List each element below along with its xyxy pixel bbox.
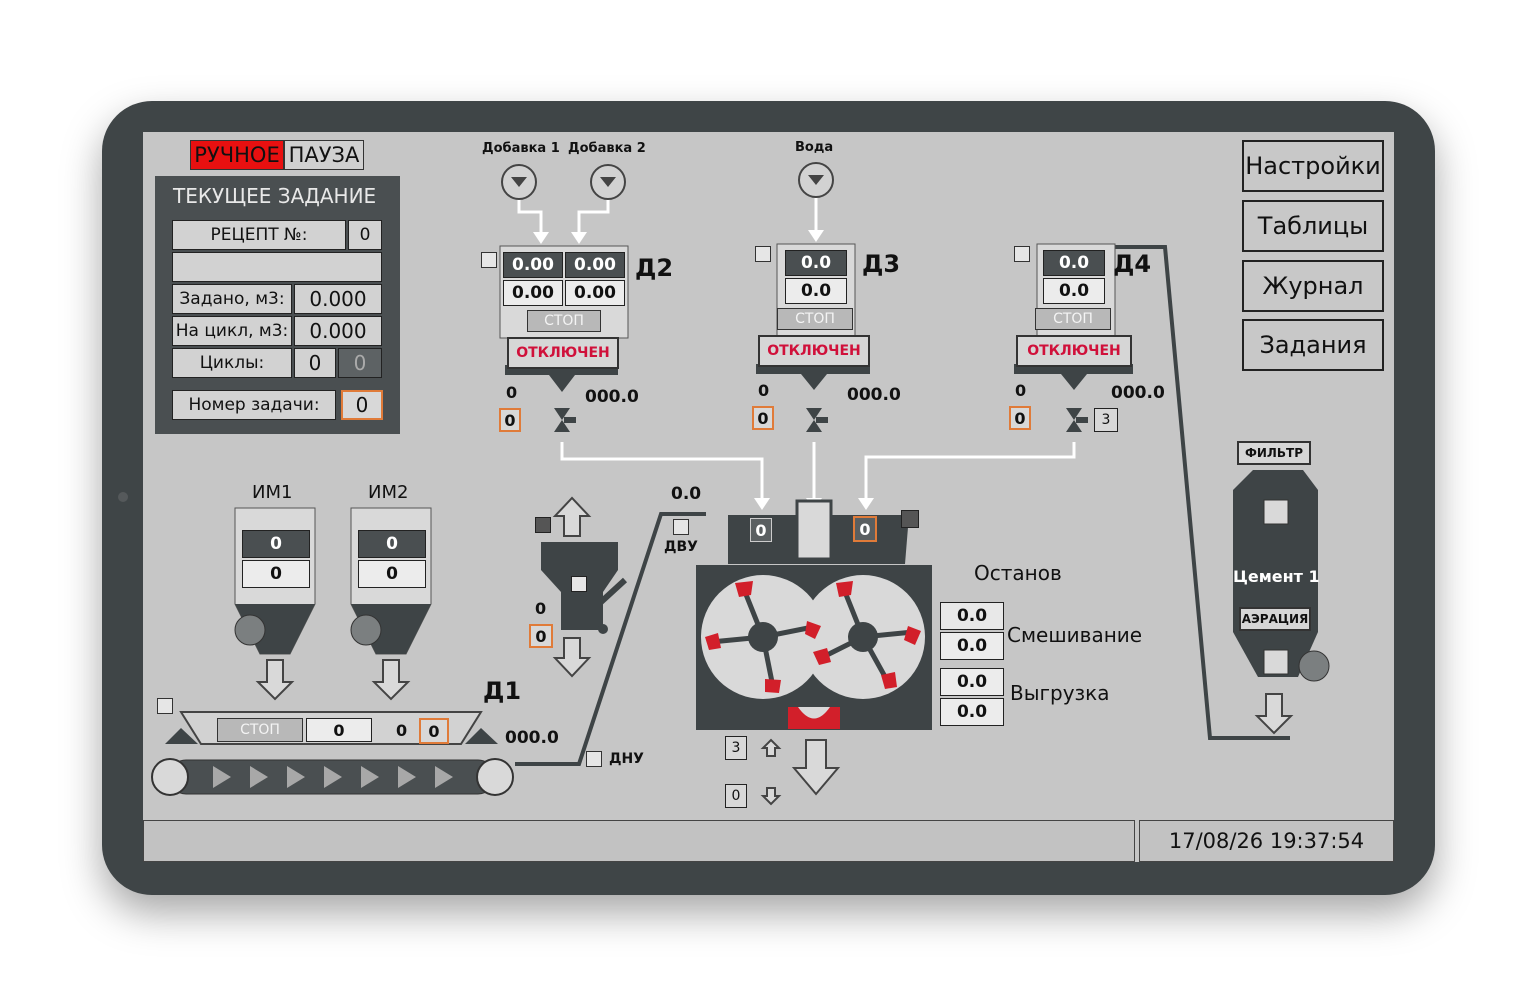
- d4-left-box[interactable]: 0: [1009, 406, 1031, 430]
- unload-time-actual: 0.0: [940, 668, 1004, 696]
- camera-dot: [118, 492, 128, 502]
- d3-state-button[interactable]: ОТКЛЮЧЕН: [758, 335, 870, 367]
- gate-up-box[interactable]: 3: [725, 736, 747, 760]
- d3-actual: 0.0: [785, 250, 847, 276]
- additive-1-label: Добавка 1: [482, 141, 560, 156]
- recipe-name: [172, 252, 382, 282]
- recipe-label: РЕЦЕПТ №:: [172, 220, 346, 250]
- mixer-body: [696, 499, 932, 730]
- d2-state-button[interactable]: ОТКЛЮЧЕН: [507, 337, 619, 369]
- d2-add2-set[interactable]: 0.00: [565, 280, 625, 306]
- unload-time-set[interactable]: 0.0: [940, 698, 1004, 726]
- dvu-label: ДВУ: [664, 539, 698, 555]
- cycles-value[interactable]: 0: [294, 348, 336, 378]
- mode-manual-indicator[interactable]: РУЧНОЕ: [190, 140, 284, 170]
- recipe-number[interactable]: 0: [348, 220, 382, 250]
- im2-actual: 0: [358, 530, 426, 558]
- d4-valve-box[interactable]: 3: [1094, 408, 1118, 432]
- dvu-checkbox[interactable]: [673, 519, 689, 535]
- d3-select-checkbox[interactable]: [755, 246, 771, 262]
- cycles-label: Циклы:: [172, 348, 292, 378]
- d4-stop-button[interactable]: СТОП: [1035, 308, 1111, 330]
- d4-weight: 000.0: [1111, 383, 1165, 403]
- mixer-inlet-left[interactable]: 0: [750, 518, 772, 542]
- im2-label: ИМ2: [368, 482, 409, 503]
- status-datetime: 17/08/26 19:37:54: [1139, 820, 1394, 862]
- set-volume-value[interactable]: 0.000: [294, 284, 382, 314]
- d2-select-checkbox[interactable]: [481, 252, 497, 268]
- d3-left-value: 0: [758, 381, 770, 400]
- settings-button[interactable]: Настройки: [1242, 140, 1384, 192]
- skip-bucket-indicator: [571, 576, 587, 592]
- d2-add2-actual: 0.00: [565, 252, 625, 278]
- mix-time-set[interactable]: 0.0: [940, 632, 1004, 660]
- d2-weight: 000.0: [585, 387, 639, 407]
- d1-stop-button[interactable]: СТОП: [217, 718, 303, 742]
- d4-state-button[interactable]: ОТКЛЮЧЕН: [1016, 335, 1132, 367]
- mix-time-actual: 0.0: [940, 602, 1004, 630]
- tables-button[interactable]: Таблицы: [1242, 200, 1384, 252]
- skip-top-value: 0.0: [671, 484, 702, 504]
- d4-set[interactable]: 0.0: [1043, 278, 1105, 304]
- input-valve-circles: [501, 162, 834, 200]
- d3-set[interactable]: 0.0: [785, 278, 847, 304]
- task-number-value[interactable]: 0: [341, 390, 383, 420]
- water-label: Вода: [795, 140, 834, 155]
- skip-upper-indicator: [535, 517, 551, 533]
- d1-box[interactable]: 0: [419, 718, 449, 744]
- mode-pause-indicator[interactable]: ПАУЗА: [284, 140, 364, 170]
- gate-down-box[interactable]: 0: [725, 784, 747, 808]
- hmi-screen: РУЧНОЕ ПАУЗА ТЕКУЩЕЕ ЗАДАНИЕ РЕЦЕПТ №: 0…: [143, 132, 1394, 862]
- d4-actual: 0.0: [1043, 250, 1105, 276]
- valves: [554, 408, 1088, 432]
- set-volume-label: Задано, м3:: [172, 284, 292, 314]
- filter-button[interactable]: ФИЛЬТР: [1237, 441, 1311, 465]
- d1-small-value: 0: [396, 721, 408, 740]
- d3-weight: 000.0: [847, 385, 901, 405]
- cycle-volume-label: На цикл, м3:: [172, 316, 292, 346]
- cycles-done: 0: [338, 348, 382, 378]
- d2-add1-set[interactable]: 0.00: [503, 280, 563, 306]
- im1-label: ИМ1: [252, 482, 293, 503]
- tasks-button[interactable]: Задания: [1242, 319, 1384, 371]
- dnu-checkbox[interactable]: [586, 751, 602, 767]
- d4-select-checkbox[interactable]: [1014, 246, 1030, 262]
- d2-stop-button[interactable]: СТОП: [527, 310, 601, 332]
- task-number-label: Номер задачи:: [172, 390, 336, 420]
- cycle-volume-value[interactable]: 0.000: [294, 316, 382, 346]
- d3-name: Д3: [862, 250, 901, 278]
- mixer-inlet-right[interactable]: 0: [853, 516, 877, 542]
- silo-name: Цемент 1: [1233, 567, 1320, 586]
- d1-value[interactable]: 0: [306, 718, 372, 742]
- status-message-bar: [143, 820, 1135, 862]
- aeration-button[interactable]: АЭРАЦИЯ: [1239, 607, 1311, 631]
- d2-left-box[interactable]: 0: [499, 408, 521, 432]
- d1-weight: 000.0: [505, 728, 559, 748]
- journal-button[interactable]: Журнал: [1242, 260, 1384, 312]
- skip-box[interactable]: 0: [529, 624, 553, 648]
- d3-left-box[interactable]: 0: [752, 406, 774, 430]
- current-task-title: ТЕКУЩЕЕ ЗАДАНИЕ: [173, 184, 377, 208]
- mixer-status: Останов: [974, 561, 1062, 585]
- d3-stop-button[interactable]: СТОП: [777, 308, 853, 330]
- im1-actual: 0: [242, 530, 310, 558]
- mixer-indicator: [901, 510, 919, 528]
- d4-left-value: 0: [1015, 381, 1027, 400]
- d1-select-checkbox[interactable]: [157, 698, 173, 714]
- unload-label: Выгрузка: [1010, 681, 1110, 705]
- d2-add1-actual: 0.00: [503, 252, 563, 278]
- additive-2-label: Добавка 2: [568, 141, 646, 156]
- skip-value: 0: [535, 599, 547, 618]
- dnu-label: ДНУ: [609, 751, 644, 767]
- mix-label: Смешивание: [1007, 623, 1143, 647]
- im1-set[interactable]: 0: [242, 560, 310, 588]
- d1-name: Д1: [483, 677, 522, 705]
- d4-name: Д4: [1113, 250, 1152, 278]
- im2-set[interactable]: 0: [358, 560, 426, 588]
- d2-left-value: 0: [506, 383, 518, 402]
- d2-name: Д2: [635, 254, 674, 282]
